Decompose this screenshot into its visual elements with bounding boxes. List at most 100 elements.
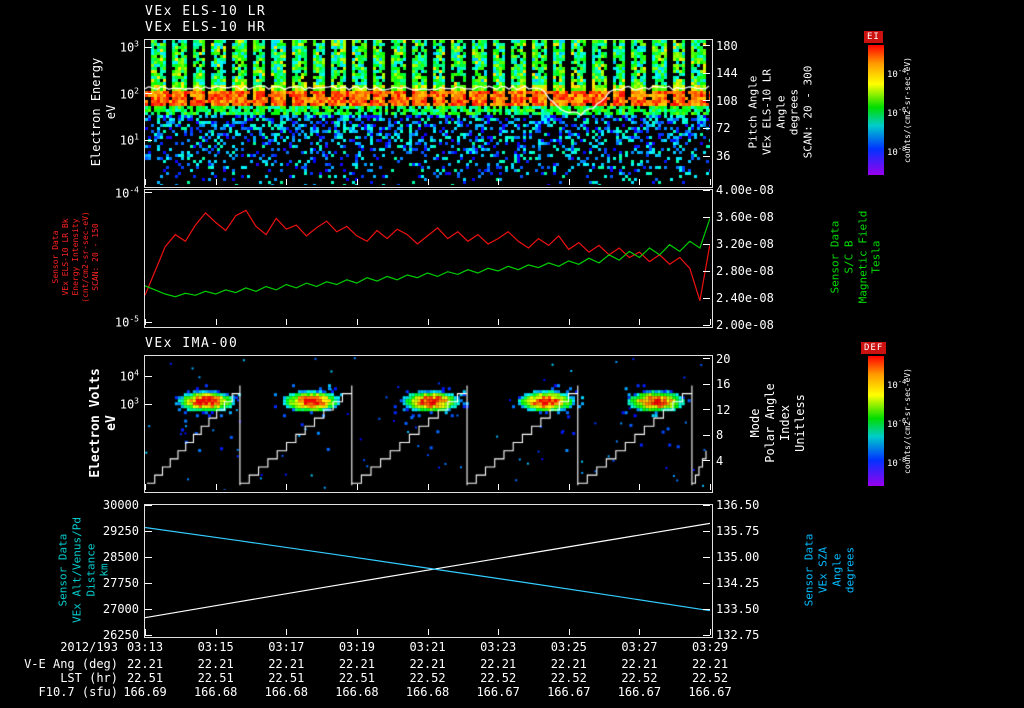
time-tick-mark <box>498 179 500 185</box>
p1-y-axis-label: Electron Energy eV <box>89 58 119 166</box>
axis-tick-mark <box>703 608 710 610</box>
p1-y-axis-label-line: eV <box>104 104 118 120</box>
axis-tick-mark <box>145 608 152 610</box>
y-axis-tick-label: 30000 <box>102 498 139 512</box>
p2-right-axis-label-line: S/C B <box>842 240 856 274</box>
axis-row-label: V-E Ang (deg) <box>24 657 118 671</box>
p1-right-axis-label-line: SCAN: 20 - 300 <box>801 65 815 159</box>
plot-title-line2: VEx ELS-10 HR <box>145 20 267 35</box>
time-tick-mark <box>286 629 288 635</box>
time-tick-mark <box>427 484 429 490</box>
axis-tick-mark <box>145 556 152 558</box>
axis-row-value: 22.51 <box>197 671 234 685</box>
els-intensity-bfield-plot <box>145 209 710 301</box>
right-axis-tick-label: 16 <box>716 377 731 392</box>
ima-spectrogram-heatmap <box>145 356 710 490</box>
time-tick-label: 03:15 <box>197 640 234 654</box>
p3-y-axis-label-line: Electron Volts <box>87 368 103 478</box>
ima-colorbar <box>868 356 884 486</box>
axis-tick-mark <box>145 375 152 377</box>
time-tick-mark <box>215 179 217 185</box>
time-tick-mark <box>427 179 429 185</box>
vex-altitude-line <box>145 522 710 619</box>
axis-row-value: 22.51 <box>268 671 305 685</box>
p2-right-axis-label: Sensor Data S/C B Magnetic Field Tesla <box>829 211 884 304</box>
right-axis-tick-label: 180 <box>716 38 738 53</box>
time-tick-label: 03:13 <box>126 640 164 654</box>
time-tick-mark <box>498 629 500 635</box>
time-tick-mark <box>710 629 711 635</box>
right-axis-tick-label: 36 <box>716 149 731 163</box>
time-tick-label: 03:19 <box>338 640 375 654</box>
y-axis-tick-label: 103 <box>119 396 139 412</box>
axis-row-value: 22.52 <box>621 671 658 685</box>
time-tick-mark <box>356 179 358 185</box>
right-axis-tick-label: 144 <box>716 66 738 81</box>
p4-right-axis-label: Sensor Data VEx SZA Angle degrees <box>803 534 858 607</box>
ima-spectrogram-panel <box>144 355 713 493</box>
time-tick-mark <box>145 179 146 185</box>
time-tick-label: 03:29 <box>691 640 729 654</box>
p2-left-axis-label-line: (cnt/cm2-sr-sec-eV) <box>81 211 90 303</box>
p1-right-axis-label-line: Angle <box>774 95 788 129</box>
y-axis-tick-label: 28500 <box>102 550 139 564</box>
axis-row-value: 22.21 <box>480 657 517 671</box>
axis-row-value: 166.68 <box>405 685 450 699</box>
axis-tick-mark <box>703 383 710 385</box>
els-colorbar-title: EI <box>864 31 883 43</box>
time-tick-label: 03:27 <box>621 640 658 654</box>
time-tick-mark <box>286 319 288 325</box>
p2-right-axis-label-line: Tesla <box>869 240 883 274</box>
right-axis-tick-label: 135.00 <box>716 550 760 564</box>
y-axis-tick-label: 10-4 <box>114 185 139 201</box>
time-tick-mark <box>710 319 711 325</box>
axis-row-value: 22.52 <box>409 671 446 685</box>
axis-row-value: 22.52 <box>480 671 517 685</box>
time-tick-mark <box>568 179 570 185</box>
right-axis-tick-label: 20 <box>716 351 731 366</box>
y-axis-tick-label: 29250 <box>102 524 139 538</box>
axis-tick-mark <box>703 127 710 129</box>
time-tick-mark <box>356 484 358 490</box>
time-tick-mark <box>498 319 500 325</box>
y-axis-tick-label: 10-5 <box>114 314 139 330</box>
axis-row-value: 166.67 <box>617 685 662 699</box>
axis-row-value: 22.21 <box>197 657 234 671</box>
els-spectrogram-panel <box>144 39 713 188</box>
time-tick-mark <box>427 629 429 635</box>
time-tick-mark <box>568 484 570 490</box>
axis-tick-mark <box>703 582 710 584</box>
p3-right-axis-label-line: Mode <box>748 408 762 438</box>
colorbar-tick-label: 10-6 <box>887 416 907 430</box>
axis-row-value: 166.67 <box>476 685 520 699</box>
axis-tick-mark <box>145 93 152 95</box>
axis-tick-mark <box>145 403 152 405</box>
axis-tick-mark <box>703 358 710 360</box>
axis-tick-mark <box>703 189 710 191</box>
time-tick-mark <box>356 629 358 635</box>
axis-tick-mark <box>145 530 152 532</box>
colorbar-tick-label: 10-6 <box>887 105 907 119</box>
axis-row-value: 22.51 <box>126 671 164 685</box>
right-axis-tick-label: 3.60e-08 <box>716 210 774 224</box>
p2-left-axis-label-line: Sensor Data <box>51 230 60 284</box>
time-tick-mark <box>710 484 711 490</box>
time-tick-mark <box>568 629 570 635</box>
p1-y-axis-label-line: Electron Energy <box>89 57 103 167</box>
time-tick-mark <box>215 629 217 635</box>
p4-left-axis-label-line: Distance <box>84 543 97 597</box>
right-axis-tick-label: 133.50 <box>716 602 760 616</box>
time-tick-mark <box>639 179 641 185</box>
right-axis-tick-label: 2.40e-08 <box>716 291 774 305</box>
axis-row-value: 22.52 <box>550 671 587 685</box>
axis-tick-mark <box>145 139 152 141</box>
axis-tick-mark <box>703 297 710 299</box>
els-spectrogram-heatmap <box>145 40 710 185</box>
axis-tick-mark <box>703 324 710 326</box>
right-axis-tick-label: 72 <box>716 121 731 136</box>
axis-tick-mark <box>703 530 710 532</box>
date-label: 2012/193 <box>60 640 118 654</box>
axis-tick-mark <box>145 504 152 506</box>
p3-right-axis-label-line: Polar Angle <box>763 383 777 463</box>
right-axis-tick-label: 135.75 <box>716 524 760 538</box>
